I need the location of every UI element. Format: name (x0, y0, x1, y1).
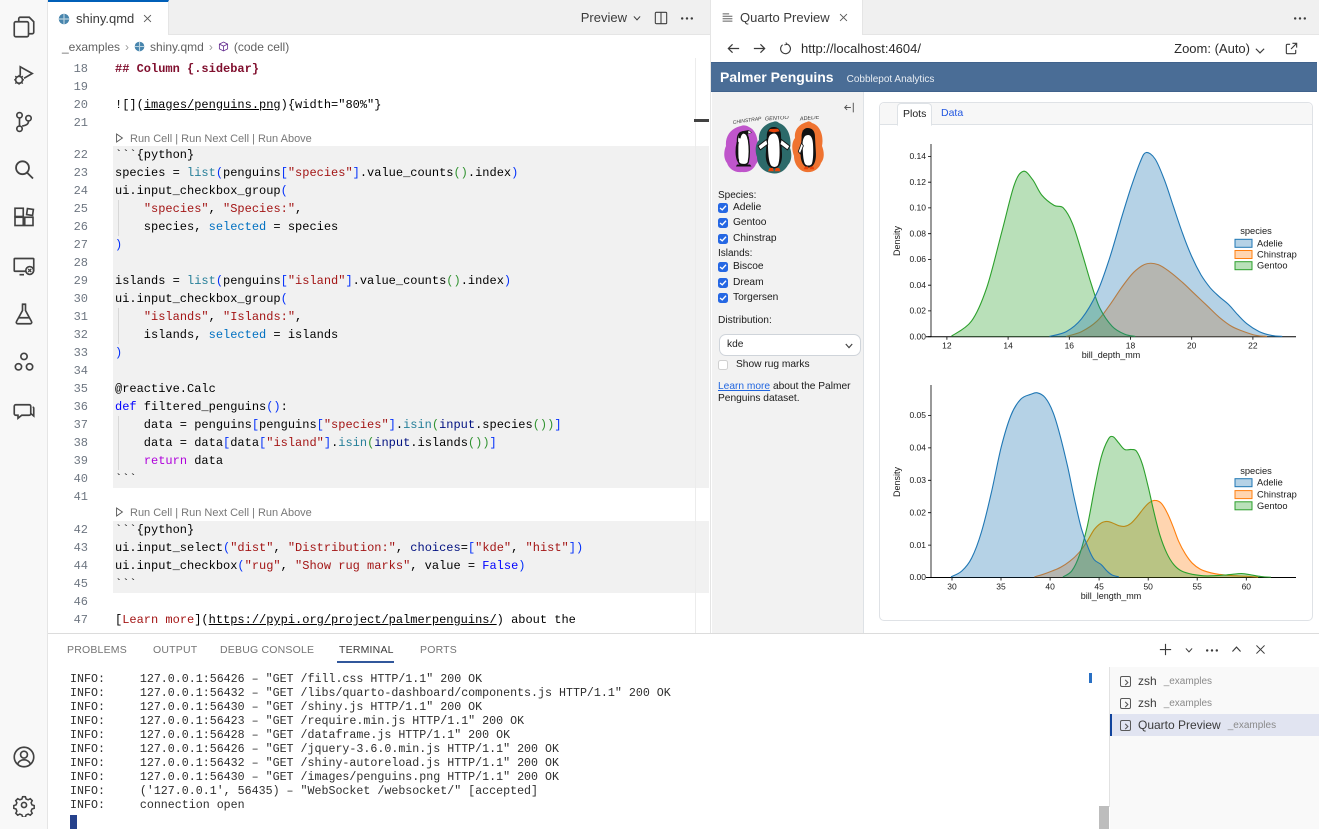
svg-text:Density: Density (892, 225, 902, 256)
svg-text:0.08: 0.08 (909, 228, 926, 238)
svg-text:Chinstrap: Chinstrap (1257, 490, 1297, 500)
svg-text:GENTOO: GENTOO (765, 116, 790, 122)
svg-text:16: 16 (1065, 341, 1075, 351)
svg-text:12: 12 (942, 341, 952, 351)
svg-text:0.05: 0.05 (909, 410, 926, 420)
svg-text:30: 30 (947, 581, 957, 591)
svg-text:Gentoo: Gentoo (1257, 501, 1288, 511)
svg-text:18: 18 (1126, 341, 1136, 351)
svg-text:0.03: 0.03 (909, 475, 926, 485)
svg-text:20: 20 (1187, 341, 1197, 351)
svg-text:bill_depth_mm: bill_depth_mm (1082, 350, 1141, 360)
svg-text:Chinstrap: Chinstrap (1257, 250, 1297, 260)
svg-text:Adelie: Adelie (1257, 478, 1283, 488)
svg-text:50: 50 (1143, 581, 1153, 591)
svg-text:40: 40 (1045, 581, 1055, 591)
svg-text:species: species (1240, 226, 1272, 236)
svg-text:35: 35 (996, 581, 1006, 591)
svg-text:bill_length_mm: bill_length_mm (1081, 591, 1142, 601)
svg-text:45: 45 (1094, 581, 1104, 591)
svg-text:0.01: 0.01 (909, 540, 926, 550)
svg-text:Adelie: Adelie (1257, 238, 1283, 248)
svg-text:0.00: 0.00 (909, 331, 926, 341)
svg-text:22: 22 (1248, 341, 1258, 351)
svg-text:0.02: 0.02 (909, 306, 926, 316)
svg-text:60: 60 (1242, 581, 1252, 591)
svg-text:14: 14 (1003, 341, 1013, 351)
svg-text:0.04: 0.04 (909, 443, 926, 453)
svg-text:CHINSTRAP: CHINSTRAP (732, 116, 762, 126)
svg-text:0.04: 0.04 (909, 280, 926, 290)
svg-text:0.06: 0.06 (909, 254, 926, 264)
svg-text:0.14: 0.14 (909, 151, 926, 161)
svg-text:Gentoo: Gentoo (1257, 261, 1288, 271)
svg-text:0.02: 0.02 (909, 507, 926, 517)
svg-text:Density: Density (892, 466, 902, 497)
svg-text:55: 55 (1192, 581, 1202, 591)
svg-text:0.00: 0.00 (909, 572, 926, 582)
svg-text:0.12: 0.12 (909, 177, 926, 187)
svg-text:0.10: 0.10 (909, 203, 926, 213)
svg-text:species: species (1240, 466, 1272, 476)
